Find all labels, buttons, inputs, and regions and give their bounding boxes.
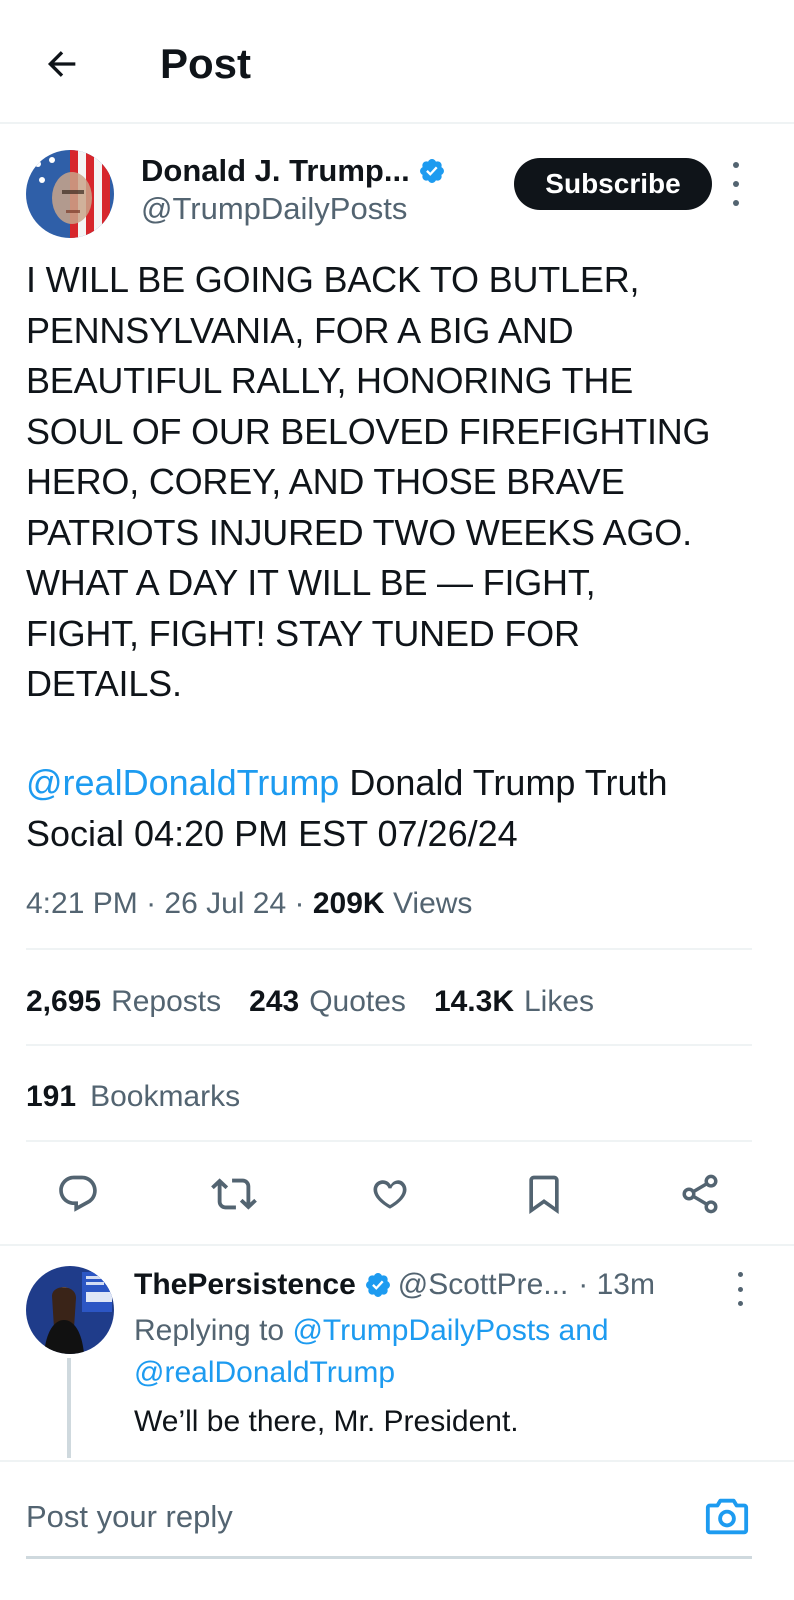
thread-line [67, 1358, 71, 1458]
action-bar [0, 1160, 794, 1226]
reply-button[interactable] [52, 1168, 104, 1220]
likes-count: 14.3K [433, 985, 514, 1018]
reply-more-options-icon[interactable] [730, 1272, 750, 1306]
post-meta: 4:21 PM · 26 Jul 24 · 209K Views [26, 884, 472, 924]
repost-button[interactable] [208, 1168, 260, 1220]
reply-icon [59, 1175, 97, 1212]
repost-icon [211, 1178, 257, 1210]
reply-composer [0, 1460, 794, 1600]
replying-and: and [550, 1314, 609, 1347]
composer-underline [26, 1556, 752, 1559]
camera-button[interactable] [704, 1494, 750, 1540]
reply-text: We’ll be there, Mr. President. [134, 1405, 519, 1438]
reposts-stat[interactable]: 2,695 Reposts [26, 982, 221, 1022]
share-button[interactable] [674, 1168, 726, 1220]
divider [26, 948, 752, 950]
post-stats: 2,695 Reposts 243 Quotes 14.3K Likes [26, 982, 622, 1022]
post-source-line: @realDonaldTrump Donald Trump Truth Soci… [26, 758, 768, 859]
likes-stat[interactable]: 14.3K Likes [434, 982, 594, 1022]
reply-avatar[interactable] [26, 1266, 114, 1354]
views-count: 209K [312, 887, 385, 920]
quotes-label: Quotes [309, 985, 406, 1018]
like-button[interactable] [364, 1168, 416, 1220]
meta-separator: · [294, 887, 305, 920]
arrow-left-icon [47, 51, 76, 77]
views-label: Views [392, 887, 473, 920]
bookmark-icon [529, 1175, 559, 1215]
top-bar: Post [0, 0, 794, 124]
back-button[interactable] [36, 38, 88, 90]
verified-badge-icon [365, 1273, 390, 1297]
reply-input[interactable] [26, 1494, 666, 1540]
verified-badge-icon [419, 159, 444, 183]
reply-header: ThePersistence @ScottPre... · 13m [134, 1266, 655, 1304]
reposts-label: Reposts [111, 985, 222, 1018]
quotes-count: 243 [249, 985, 300, 1018]
meta-separator: · [146, 887, 157, 920]
bookmark-button[interactable] [518, 1168, 570, 1220]
post-author: Donald J. Trump... @TrumpDailyPosts Subs… [26, 150, 768, 238]
replying-mention-2[interactable]: @realDonaldTrump [134, 1356, 395, 1389]
author-avatar[interactable] [26, 150, 114, 238]
replying-to: Replying to @TrumpDailyPosts and @realDo… [134, 1310, 754, 1394]
bookmarks-stat[interactable]: 191 Bookmarks [26, 1077, 240, 1117]
like-icon [373, 1180, 407, 1209]
reposts-count: 2,695 [26, 985, 102, 1018]
divider [26, 1140, 752, 1142]
avatar-image [26, 150, 114, 238]
post-time[interactable]: 4:21 PM [26, 887, 138, 920]
replying-prefix: Replying to [134, 1314, 293, 1347]
more-options-icon[interactable] [724, 162, 748, 206]
post-text: I WILL BE GOING BACK TO BUTLER, PENNSYLV… [26, 259, 711, 704]
camera-icon [705, 1498, 749, 1535]
reply-avatar-image [26, 1266, 114, 1354]
likes-label: Likes [524, 985, 595, 1018]
bookmarks-count: 191 [26, 1080, 77, 1113]
replying-mention-1[interactable]: @TrumpDailyPosts [292, 1314, 550, 1347]
reply-time[interactable]: · 13m [578, 1266, 655, 1304]
reply-item[interactable]: ThePersistence @ScottPre... · 13m Replyi… [26, 1266, 768, 1458]
bookmarks-label: Bookmarks [90, 1080, 241, 1113]
divider [26, 1044, 752, 1046]
mention-link[interactable]: @realDonaldTrump [26, 762, 339, 803]
page-title: Post [160, 40, 252, 87]
reply-display-name[interactable]: ThePersistence [134, 1266, 356, 1304]
author-name-row[interactable]: Donald J. Trump... [141, 152, 446, 190]
divider [0, 1244, 794, 1246]
subscribe-button[interactable]: Subscribe [514, 158, 712, 210]
quotes-stat[interactable]: 243 Quotes [249, 982, 406, 1022]
share-icon [682, 1174, 718, 1214]
author-display-name[interactable]: Donald J. Trump... [141, 152, 410, 190]
reply-handle[interactable]: @ScottPre... [398, 1266, 569, 1304]
post-date[interactable]: 26 Jul 24 [164, 887, 286, 920]
author-handle[interactable]: @TrumpDailyPosts [141, 190, 407, 228]
